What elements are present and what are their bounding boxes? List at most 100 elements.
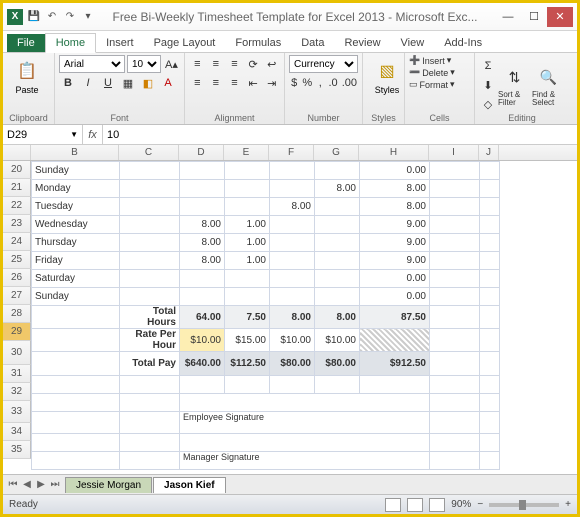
spreadsheet-grid[interactable]: BCDEFGHIJ 202122232425262728293031323334… [3, 145, 577, 471]
maximize-button[interactable]: ☐ [521, 7, 547, 27]
col-header[interactable]: H [359, 145, 429, 160]
close-button[interactable]: ✕ [547, 7, 573, 27]
column-headers[interactable]: BCDEFGHIJ [3, 145, 577, 161]
insert-cells-button[interactable]: ➕Insert▾ [409, 55, 470, 66]
sheet-tab-1[interactable]: Jessie Morgan [65, 477, 152, 493]
row-header[interactable]: 35 [3, 441, 31, 459]
row-header[interactable]: 26 [3, 269, 31, 287]
font-color-button[interactable]: A [159, 74, 177, 92]
worksheet-cells[interactable]: Sunday0.00 Monday8.008.00 Tuesday8.008.0… [31, 161, 500, 470]
align-center-icon[interactable]: ≡ [208, 74, 225, 92]
tab-review[interactable]: Review [334, 34, 390, 52]
qat-dropdown-icon[interactable]: ▾ [81, 10, 95, 24]
delete-cells-button[interactable]: ➖Delete▾ [409, 67, 470, 78]
fill-icon[interactable]: ⬇ [479, 76, 497, 94]
comma-icon[interactable]: , [315, 74, 325, 92]
tab-home[interactable]: Home [45, 33, 96, 53]
undo-icon[interactable]: ↶ [45, 10, 59, 24]
page-break-view-button[interactable] [429, 498, 445, 512]
row-header[interactable]: 31 [3, 365, 31, 383]
italic-button[interactable]: I [79, 74, 97, 92]
clear-icon[interactable]: ◇ [479, 95, 497, 113]
find-select-button[interactable]: 🔍 Find & Select [532, 55, 565, 113]
redo-icon[interactable]: ↷ [63, 10, 77, 24]
align-left-icon[interactable]: ≡ [189, 74, 206, 92]
sheet-tab-2[interactable]: Jason Kief [153, 477, 226, 493]
editing-label: Editing [479, 113, 565, 124]
tab-formulas[interactable]: Formulas [225, 34, 291, 52]
align-bottom-icon[interactable]: ≡ [226, 55, 243, 73]
font-name-select[interactable]: Arial [59, 55, 125, 73]
paste-button[interactable]: 📋 Paste [7, 55, 47, 95]
fill-color-button[interactable]: ◧ [139, 74, 157, 92]
styles-button[interactable]: ▧ Styles [367, 55, 407, 95]
bold-button[interactable]: B [59, 74, 77, 92]
col-header[interactable]: E [224, 145, 269, 160]
autosum-icon[interactable]: Σ [479, 57, 497, 75]
align-right-icon[interactable]: ≡ [226, 74, 243, 92]
decrease-decimal-icon[interactable]: .00 [341, 74, 358, 92]
currency-icon[interactable]: $ [289, 74, 299, 92]
name-box[interactable]: D29 ▼ [3, 125, 83, 144]
percent-icon[interactable]: % [301, 74, 313, 92]
save-icon[interactable]: 💾 [27, 10, 41, 24]
row-header[interactable]: 30 [3, 341, 31, 365]
col-header[interactable]: C [119, 145, 179, 160]
tab-addins[interactable]: Add-Ins [434, 34, 492, 52]
row-header[interactable]: 29 [3, 323, 31, 341]
sort-filter-button[interactable]: ⇅ Sort & Filter [498, 55, 531, 113]
normal-view-button[interactable] [385, 498, 401, 512]
font-size-select[interactable]: 10 [127, 55, 161, 73]
format-cells-button[interactable]: ▭Format▾ [409, 79, 470, 90]
tab-data[interactable]: Data [291, 34, 334, 52]
row-header[interactable]: 23 [3, 215, 31, 233]
number-format-select[interactable]: Currency [289, 55, 358, 73]
zoom-slider[interactable] [489, 503, 559, 507]
border-button[interactable]: ▦ [119, 74, 137, 92]
select-all-corner[interactable] [3, 145, 31, 160]
increase-font-icon[interactable]: A▴ [163, 55, 180, 73]
zoom-level[interactable]: 90% [451, 499, 471, 510]
last-sheet-icon[interactable]: ⏭ [49, 479, 61, 490]
row-header[interactable]: 28 [3, 305, 31, 323]
row-header[interactable]: 21 [3, 179, 31, 197]
next-sheet-icon[interactable]: ▶ [35, 479, 47, 490]
col-header[interactable]: D [179, 145, 224, 160]
decrease-indent-icon[interactable]: ⇤ [245, 74, 262, 92]
increase-decimal-icon[interactable]: .0 [328, 74, 339, 92]
align-top-icon[interactable]: ≡ [189, 55, 206, 73]
prev-sheet-icon[interactable]: ◀ [21, 479, 33, 490]
tab-view[interactable]: View [391, 34, 435, 52]
row-header[interactable]: 25 [3, 251, 31, 269]
row-header[interactable]: 33 [3, 401, 31, 423]
row-headers[interactable]: 20212223242526272829303132333435 [3, 161, 31, 459]
zoom-in-button[interactable]: + [565, 499, 571, 510]
row-header[interactable]: 24 [3, 233, 31, 251]
formula-bar[interactable]: 10 [103, 125, 577, 144]
row-header[interactable]: 27 [3, 287, 31, 305]
orientation-icon[interactable]: ⟳ [245, 55, 262, 73]
align-middle-icon[interactable]: ≡ [208, 55, 225, 73]
underline-button[interactable]: U [99, 74, 117, 92]
row-header[interactable]: 20 [3, 161, 31, 179]
tab-file[interactable]: File [7, 34, 45, 52]
col-header[interactable]: J [479, 145, 499, 160]
styles-label: Styles [367, 113, 400, 124]
col-header[interactable]: B [31, 145, 119, 160]
alignment-label: Alignment [189, 113, 280, 124]
wrap-text-icon[interactable]: ↩ [263, 55, 280, 73]
page-layout-view-button[interactable] [407, 498, 423, 512]
col-header[interactable]: I [429, 145, 479, 160]
tab-insert[interactable]: Insert [96, 34, 144, 52]
minimize-button[interactable]: — [495, 7, 521, 27]
zoom-out-button[interactable]: − [477, 499, 483, 510]
tab-page-layout[interactable]: Page Layout [144, 34, 226, 52]
row-header[interactable]: 34 [3, 423, 31, 441]
increase-indent-icon[interactable]: ⇥ [263, 74, 280, 92]
row-header[interactable]: 32 [3, 383, 31, 401]
row-header[interactable]: 22 [3, 197, 31, 215]
col-header[interactable]: G [314, 145, 359, 160]
fx-icon[interactable]: fx [83, 125, 103, 144]
first-sheet-icon[interactable]: ⏮ [7, 479, 19, 490]
col-header[interactable]: F [269, 145, 314, 160]
